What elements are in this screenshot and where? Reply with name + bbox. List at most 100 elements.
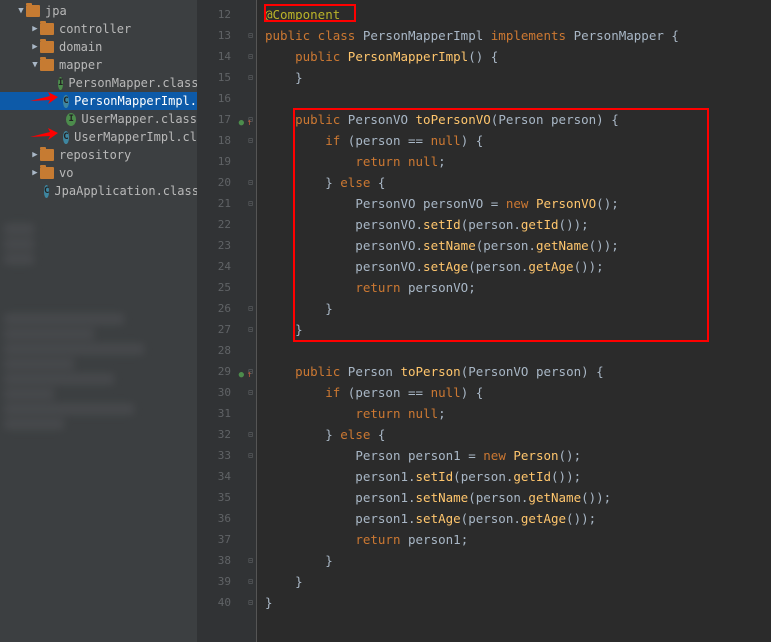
tree-item-jpaapplication-class[interactable]: CJpaApplication.class 2 bbox=[0, 182, 197, 200]
class-icon: C bbox=[63, 95, 69, 108]
project-tree-sidebar[interactable]: ▼jpa ▶ controller ▶domain▼mapperIPersonMapp… bbox=[0, 0, 197, 642]
code-line[interactable]: return null; bbox=[265, 151, 771, 172]
fold-toggle-icon[interactable]: ⊟ bbox=[245, 25, 256, 46]
fold-toggle-icon[interactable]: ⊟ bbox=[245, 67, 256, 88]
class-icon: C bbox=[63, 131, 69, 144]
fold-toggle-icon[interactable]: ⊟ bbox=[245, 550, 256, 571]
line-number[interactable]: 28 bbox=[197, 340, 245, 361]
code-line[interactable]: return person1; bbox=[265, 529, 771, 550]
folder-icon bbox=[40, 23, 54, 35]
line-number[interactable]: 34 bbox=[197, 466, 245, 487]
tree-expand-icon[interactable]: ▶ bbox=[30, 42, 40, 52]
line-number[interactable]: 27 bbox=[197, 319, 245, 340]
tree-item-label: controller bbox=[59, 22, 131, 36]
tree-item-personmapper-class[interactable]: IPersonMapper.class bbox=[0, 74, 197, 92]
line-number[interactable]: 12 bbox=[197, 4, 245, 25]
line-number[interactable]: 38 bbox=[197, 550, 245, 571]
tree-item-personmapperimpl-[interactable]: CPersonMapperImpl. bbox=[0, 92, 197, 110]
override-marker-icon[interactable]: ↑ bbox=[247, 113, 252, 134]
line-number[interactable]: 18 bbox=[197, 130, 245, 151]
line-number[interactable]: 25 bbox=[197, 277, 245, 298]
line-number[interactable]: 21 bbox=[197, 193, 245, 214]
override-marker-icon[interactable]: ↑ bbox=[247, 365, 252, 386]
line-number[interactable]: 24 bbox=[197, 256, 245, 277]
code-line[interactable]: } bbox=[265, 298, 771, 319]
tree-item-vo[interactable]: ▶ vo bbox=[0, 164, 197, 182]
code-line[interactable] bbox=[265, 340, 771, 361]
line-number[interactable]: 35 bbox=[197, 487, 245, 508]
code-line[interactable]: } bbox=[265, 592, 771, 613]
code-line[interactable]: } bbox=[265, 571, 771, 592]
tree-expand-icon[interactable]: ▶ bbox=[30, 150, 40, 160]
line-number[interactable]: 40 bbox=[197, 592, 245, 613]
fold-toggle-icon[interactable]: ⊟ bbox=[245, 592, 256, 613]
code-line[interactable]: } else { bbox=[265, 424, 771, 445]
tree-item-usermapper-class[interactable]: IUserMapper.class bbox=[0, 110, 197, 128]
code-line[interactable]: } else { bbox=[265, 172, 771, 193]
code-line[interactable]: person1.setName(person.getName()); bbox=[265, 487, 771, 508]
code-editor[interactable]: 121314151617●↑181920212223242526272829●↑… bbox=[197, 0, 771, 642]
code-line[interactable]: public PersonVO toPersonVO(Person person… bbox=[265, 109, 771, 130]
code-line[interactable]: public Person toPerson(PersonVO person) … bbox=[265, 361, 771, 382]
line-number[interactable]: 30 bbox=[197, 382, 245, 403]
code-line[interactable]: PersonVO personVO = new PersonVO(); bbox=[265, 193, 771, 214]
line-number[interactable]: 37 bbox=[197, 529, 245, 550]
fold-toggle-icon[interactable]: ⊟ bbox=[245, 298, 256, 319]
fold-toggle-icon[interactable]: ⊟ bbox=[245, 46, 256, 67]
code-line[interactable]: return null; bbox=[265, 403, 771, 424]
line-number[interactable]: 19 bbox=[197, 151, 245, 172]
tree-item-domain[interactable]: ▶domain bbox=[0, 38, 197, 56]
code-line[interactable]: } bbox=[265, 550, 771, 571]
code-area[interactable]: @Componentpublic class PersonMapperImpl … bbox=[257, 0, 771, 642]
code-line[interactable]: personVO.setName(person.getName()); bbox=[265, 235, 771, 256]
tree-item-repository[interactable]: ▶repository bbox=[0, 146, 197, 164]
line-number[interactable]: 15 bbox=[197, 67, 245, 88]
fold-toggle-icon bbox=[245, 487, 256, 508]
fold-toggle-icon[interactable]: ⊟ bbox=[245, 319, 256, 340]
code-line[interactable]: personVO.setAge(person.getAge()); bbox=[265, 256, 771, 277]
line-number[interactable]: 36 bbox=[197, 508, 245, 529]
tree-expand-icon[interactable]: ▼ bbox=[16, 6, 26, 16]
line-number[interactable]: 23 bbox=[197, 235, 245, 256]
line-number[interactable]: 33 bbox=[197, 445, 245, 466]
line-number[interactable]: 22 bbox=[197, 214, 245, 235]
line-number[interactable]: 31 bbox=[197, 403, 245, 424]
line-number[interactable]: 20 bbox=[197, 172, 245, 193]
fold-toggle-icon[interactable]: ⊟ bbox=[245, 193, 256, 214]
tree-expand-icon[interactable]: ▶ bbox=[30, 24, 40, 34]
code-line[interactable]: } bbox=[265, 67, 771, 88]
tree-expand-icon[interactable]: ▼ bbox=[30, 60, 40, 70]
code-line[interactable] bbox=[265, 88, 771, 109]
line-number[interactable]: 29●↑ bbox=[197, 361, 245, 382]
fold-gutter[interactable]: ⊟⊟⊟⊟⊟⊟⊟⊟⊟⊟⊟⊟⊟⊟⊟⊟ bbox=[245, 0, 257, 642]
tree-item-controller[interactable]: ▶ controller bbox=[0, 20, 197, 38]
line-number[interactable]: 32 bbox=[197, 424, 245, 445]
code-line[interactable]: person1.setId(person.getId()); bbox=[265, 466, 771, 487]
line-number[interactable]: 26 bbox=[197, 298, 245, 319]
tree-item-mapper[interactable]: ▼mapper bbox=[0, 56, 197, 74]
code-line[interactable]: personVO.setId(person.getId()); bbox=[265, 214, 771, 235]
tree-expand-icon[interactable]: ▶ bbox=[30, 168, 40, 178]
code-line[interactable]: public PersonMapperImpl() { bbox=[265, 46, 771, 67]
code-line[interactable]: @Component bbox=[265, 4, 771, 25]
line-number[interactable]: 17●↑ bbox=[197, 109, 245, 130]
tree-item-usermapperimpl-cl[interactable]: CUserMapperImpl.cl bbox=[0, 128, 197, 146]
code-line[interactable]: if (person == null) { bbox=[265, 130, 771, 151]
code-line[interactable]: Person person1 = new Person(); bbox=[265, 445, 771, 466]
line-number[interactable]: 13 bbox=[197, 25, 245, 46]
code-line[interactable]: if (person == null) { bbox=[265, 382, 771, 403]
code-line[interactable]: return personVO; bbox=[265, 277, 771, 298]
line-number-gutter[interactable]: 121314151617●↑181920212223242526272829●↑… bbox=[197, 0, 245, 642]
tree-item-jpa[interactable]: ▼jpa bbox=[0, 2, 197, 20]
line-number[interactable]: 16 bbox=[197, 88, 245, 109]
fold-toggle-icon[interactable]: ⊟ bbox=[245, 445, 256, 466]
line-number[interactable]: 39 bbox=[197, 571, 245, 592]
code-line[interactable]: person1.setAge(person.getAge()); bbox=[265, 508, 771, 529]
code-line[interactable]: } bbox=[265, 319, 771, 340]
code-line[interactable]: public class PersonMapperImpl implements… bbox=[265, 25, 771, 46]
tree-item-label: vo bbox=[59, 166, 73, 180]
line-number[interactable]: 14 bbox=[197, 46, 245, 67]
fold-toggle-icon[interactable]: ⊟ bbox=[245, 571, 256, 592]
fold-toggle-icon[interactable]: ⊟ bbox=[245, 172, 256, 193]
fold-toggle-icon[interactable]: ⊟ bbox=[245, 424, 256, 445]
